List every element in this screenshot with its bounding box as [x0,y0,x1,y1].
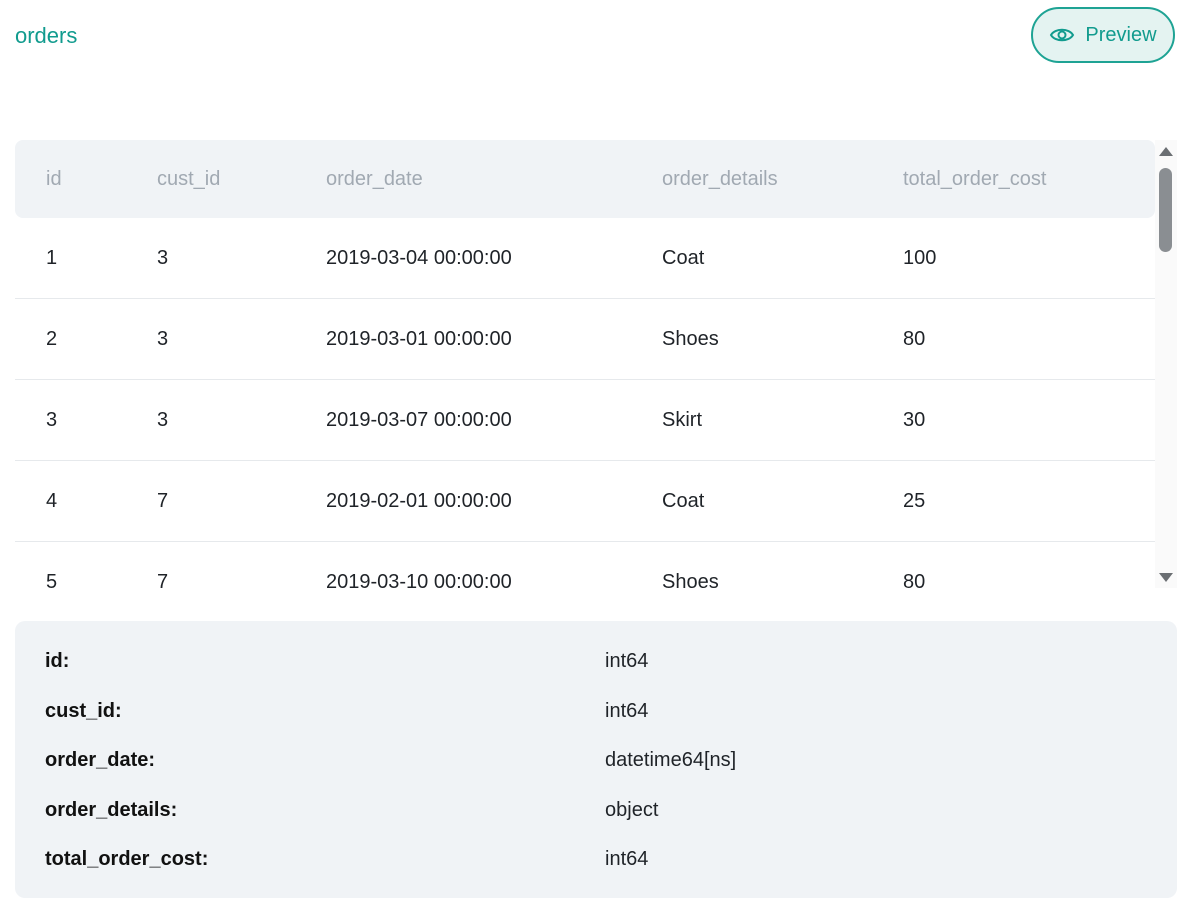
table-cell: 3 [157,246,169,269]
scroll-down-arrow-icon[interactable] [1159,573,1173,582]
table-cell: 2019-03-01 00:00:00 [326,327,512,350]
table-cell: 2019-03-07 00:00:00 [326,408,512,431]
data-table: id cust_id order_date order_details tota… [15,140,1155,588]
schema-column-name: order_date: [45,749,156,771]
scroll-up-arrow-icon[interactable] [1159,147,1173,156]
schema-column-dtype: int64 [605,848,649,870]
schema-row: order_details: object [15,795,1177,825]
schema-column-dtype: int64 [605,650,649,672]
table-cell: Coat [662,246,705,269]
table-title: orders [15,23,78,48]
table-cell: 30 [903,408,926,431]
table-cell: 7 [157,570,169,589]
schema-column-dtype: int64 [605,700,649,722]
table-row: 1 3 2019-03-04 00:00:00 Coat 100 [15,218,1155,299]
column-header-cust-id[interactable]: cust_id [157,168,326,191]
table-cell: Shoes [662,327,719,350]
schema-column-dtype: datetime64[ns] [605,749,737,771]
table-cell: 3 [157,327,169,350]
table-cell: 2019-03-10 00:00:00 [326,570,512,589]
table-row: 4 7 2019-02-01 00:00:00 Coat 25 [15,461,1155,542]
column-header-order-date[interactable]: order_date [326,168,662,191]
table-cell: 3 [157,408,169,431]
schema-column-name: order_details: [45,799,178,821]
schema-row: total_order_cost: int64 [15,844,1177,874]
table-cell: 25 [903,489,926,512]
table-cell: 1 [46,246,58,269]
table-cell: Skirt [662,408,702,431]
table-cell: 4 [46,489,58,512]
table-row: 2 3 2019-03-01 00:00:00 Shoes 80 [15,299,1155,380]
column-header-order-details[interactable]: order_details [662,168,903,191]
table-scrollbar[interactable] [1155,140,1177,588]
schema-row: cust_id: int64 [15,696,1177,726]
table-cell: Shoes [662,570,719,589]
table-cell: 80 [903,327,926,350]
table-cell: 100 [903,246,937,269]
table-cell: 3 [46,408,58,431]
table-cell: 2019-03-04 00:00:00 [326,246,512,269]
table-cell: 2019-02-01 00:00:00 [326,489,512,512]
table-cell: 2 [46,327,58,350]
schema-row: id: int64 [15,646,1177,676]
table-row: 3 3 2019-03-07 00:00:00 Skirt 30 [15,380,1155,461]
schema-column-name: cust_id: [45,700,122,722]
preview-button[interactable]: Preview [1031,7,1175,63]
table-cell: Coat [662,489,705,512]
table-header: id cust_id order_date order_details tota… [15,140,1155,218]
preview-button-label: Preview [1085,23,1157,46]
schema-column-name: total_order_cost: [45,848,209,870]
table-cell: 5 [46,570,58,589]
column-header-total-order-cost[interactable]: total_order_cost [903,168,1155,191]
scroll-thumb[interactable] [1159,168,1172,252]
schema-column-name: id: [45,650,70,672]
header: orders Preview [0,0,1189,72]
schema-panel: id: int64 cust_id: int64 order_date: dat… [15,621,1177,898]
schema-column-dtype: object [605,799,659,821]
eye-icon [1049,22,1075,48]
column-header-id[interactable]: id [15,168,157,191]
table-cell: 7 [157,489,169,512]
table-row: 5 7 2019-03-10 00:00:00 Shoes 80 [15,542,1155,589]
schema-row: order_date: datetime64[ns] [15,745,1177,775]
table-cell: 80 [903,570,926,589]
